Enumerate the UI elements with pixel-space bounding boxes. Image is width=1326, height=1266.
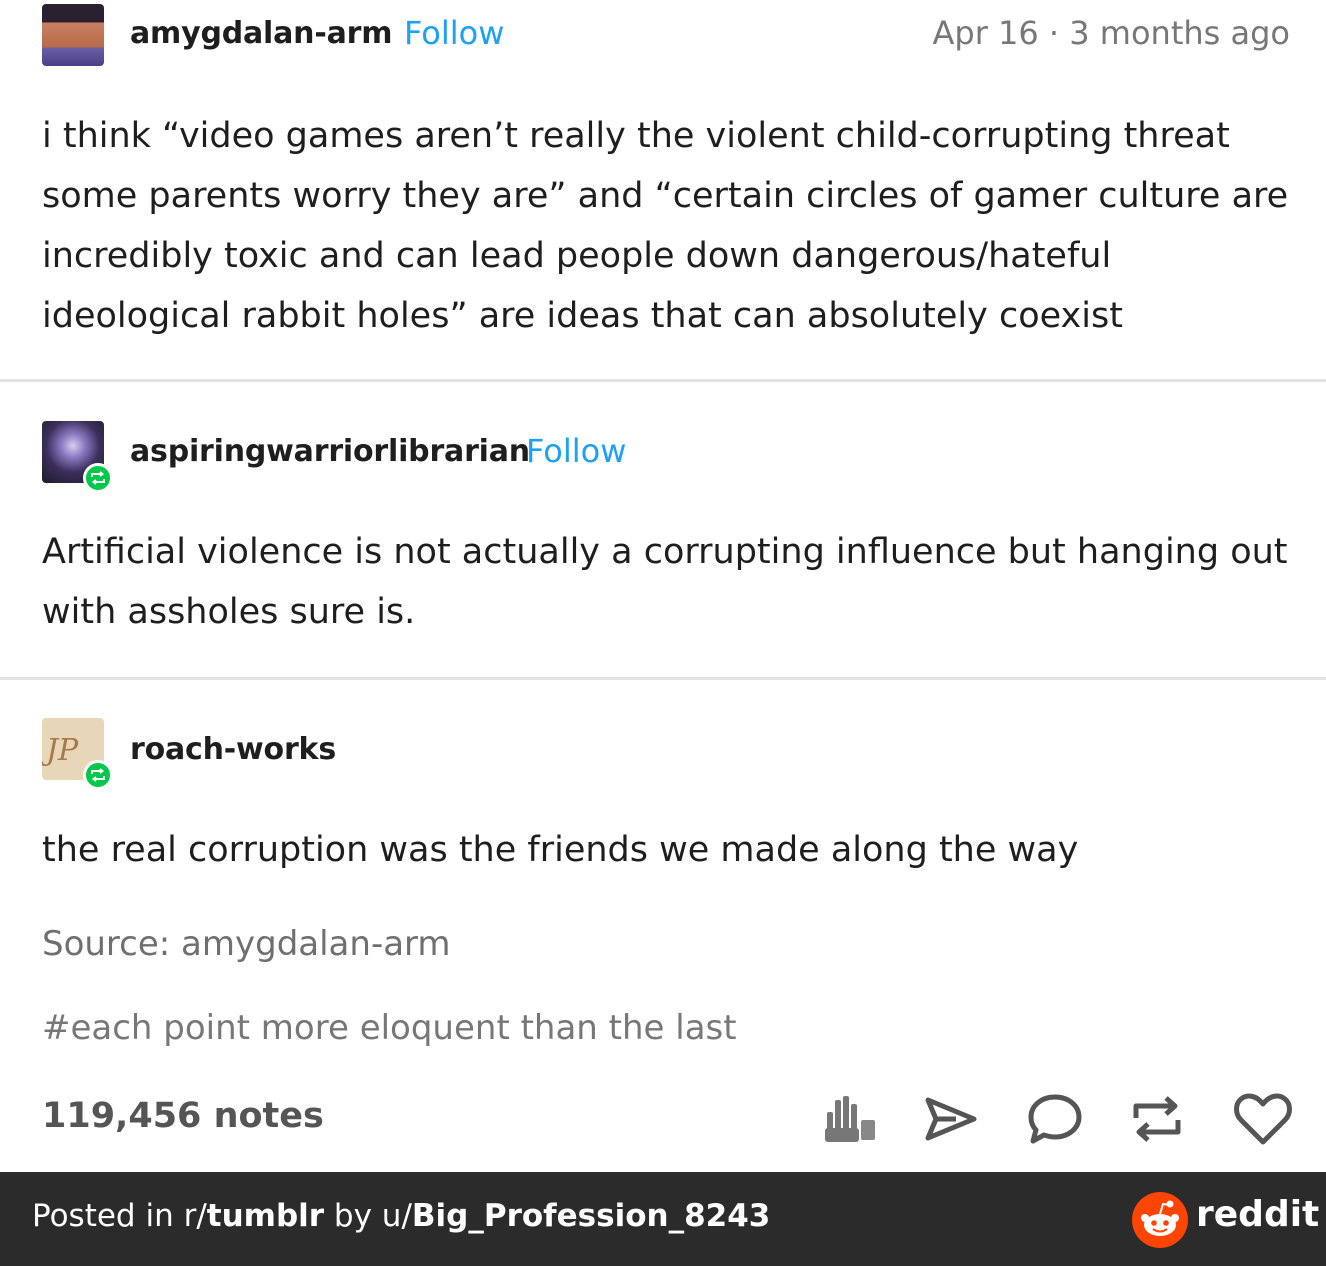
post-tags[interactable]: #each point more eloquent than the last [42, 1008, 737, 1048]
notes-count[interactable]: 119,456 notes [42, 1096, 324, 1136]
svg-text:JP: JP [42, 733, 79, 768]
username[interactable]: roach-works [130, 732, 336, 767]
reblog-badge-icon [83, 463, 113, 493]
like-icon[interactable] [1232, 1088, 1294, 1150]
reblog-icon[interactable] [1126, 1088, 1188, 1150]
share-icon[interactable] [920, 1088, 982, 1150]
post-body: i think “video games aren’t really the v… [42, 116, 1289, 336]
avatar[interactable]: JP [42, 718, 113, 790]
avatar[interactable] [42, 421, 113, 493]
by-label: by u/ [324, 1198, 412, 1234]
follow-button[interactable]: Follow [404, 14, 504, 52]
hands-icon[interactable] [818, 1088, 880, 1150]
post-body: the real corruption was the friends we m… [42, 830, 1079, 870]
comment-icon[interactable] [1024, 1088, 1086, 1150]
divider [0, 379, 1326, 382]
reddit-logo-icon [1132, 1192, 1188, 1248]
follow-button[interactable]: Follow [526, 432, 626, 470]
posted-in-prefix: Posted in r/ [32, 1198, 207, 1234]
divider [0, 677, 1326, 680]
post-body: Artificial violence is not actually a co… [42, 532, 1288, 632]
reddit-wordmark: reddit [1196, 1194, 1320, 1235]
posted-in-text: Posted in r/tumblr by u/Big_Profession_8… [32, 1198, 770, 1234]
avatar[interactable] [42, 4, 104, 66]
subreddit-link[interactable]: tumblr [207, 1198, 324, 1234]
reddit-footer: Posted in r/tumblr by u/Big_Profession_8… [0, 1172, 1326, 1266]
username[interactable]: aspiringwarriorlibrarian [130, 434, 530, 469]
reblog-badge-icon [83, 760, 113, 790]
post-date: Apr 16 · 3 months ago [932, 14, 1291, 52]
author-link[interactable]: Big_Profession_8243 [412, 1198, 770, 1234]
source-link[interactable]: Source: amygdalan-arm [42, 924, 451, 964]
username[interactable]: amygdalan-arm [130, 16, 392, 51]
